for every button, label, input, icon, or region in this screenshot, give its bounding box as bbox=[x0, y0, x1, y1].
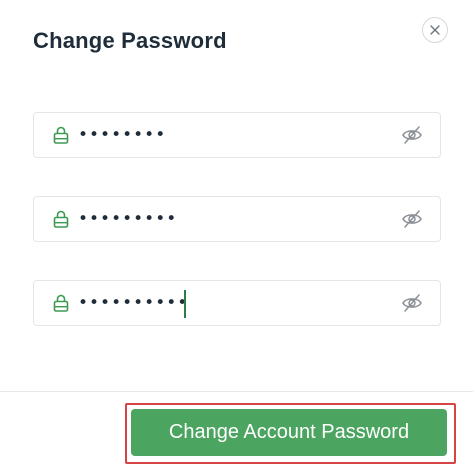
new-password-field bbox=[33, 196, 441, 242]
eye-off-icon[interactable] bbox=[401, 209, 423, 229]
lock-icon bbox=[53, 294, 69, 312]
current-password-field bbox=[33, 112, 441, 158]
dialog-title: Change Password bbox=[33, 28, 227, 53]
close-button[interactable] bbox=[422, 17, 448, 43]
eye-off-icon[interactable] bbox=[401, 293, 423, 313]
new-password-input[interactable] bbox=[78, 205, 388, 233]
text-cursor bbox=[184, 290, 186, 318]
confirm-password-field bbox=[33, 280, 441, 326]
lock-icon bbox=[53, 210, 69, 228]
footer-divider bbox=[0, 391, 473, 392]
change-account-password-button[interactable]: Change Account Password bbox=[131, 409, 447, 456]
eye-off-icon[interactable] bbox=[401, 125, 423, 145]
close-icon bbox=[430, 25, 440, 35]
change-password-dialog: Change Password •••••••• ••••••••• •••••… bbox=[0, 0, 473, 475]
confirm-password-input[interactable] bbox=[78, 289, 388, 317]
current-password-input[interactable] bbox=[78, 121, 388, 149]
lock-icon bbox=[53, 126, 69, 144]
